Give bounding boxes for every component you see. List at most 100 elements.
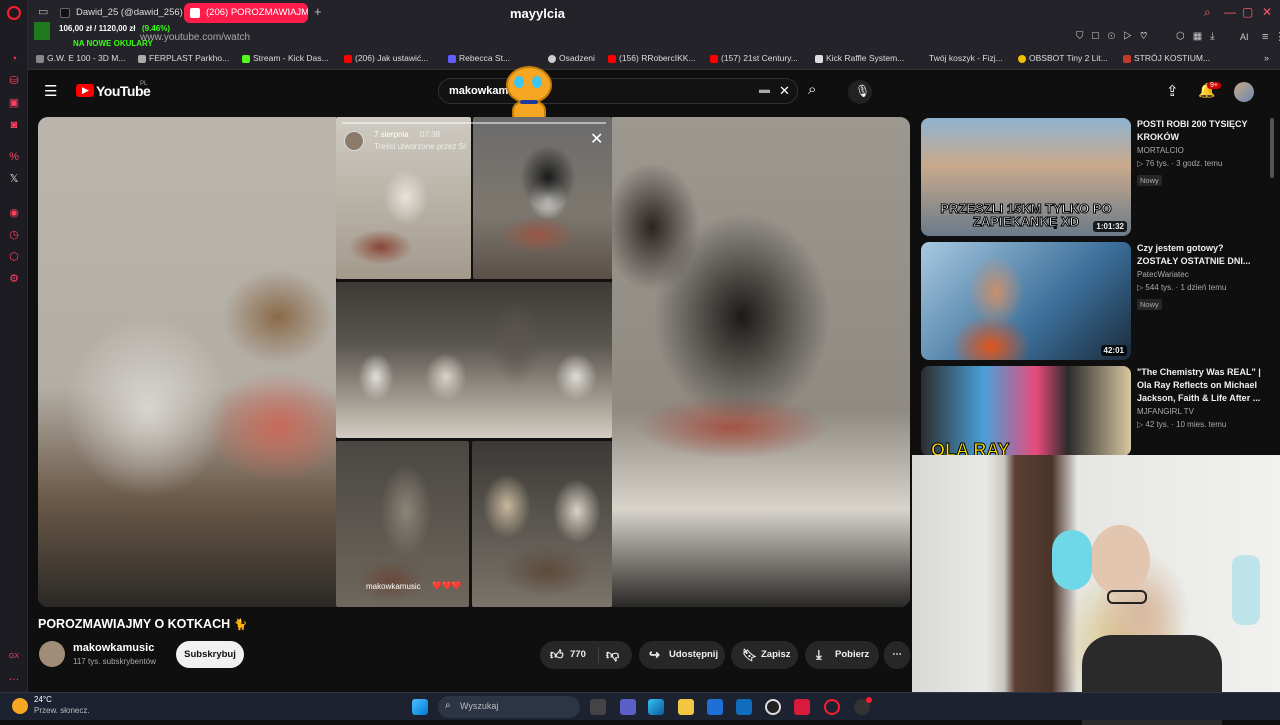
new-tab-button[interactable]: +	[314, 4, 322, 19]
story-user: makowkamusic	[366, 582, 421, 591]
search-tabs-icon[interactable]: ⌕	[1204, 5, 1211, 20]
settings-icon[interactable]: ⚙	[7, 272, 21, 286]
more-actions-button[interactable]: ⋯	[884, 641, 910, 669]
recommendation-thumbnail[interactable]: 42:01	[921, 242, 1131, 360]
recommendation-stats: ▷ 42 tys. · 10 mies. temu	[1137, 420, 1227, 429]
recommendation-thumbnail[interactable]: OLA RAY	[921, 366, 1131, 456]
bookmarks-more-icon[interactable]: »	[1264, 53, 1269, 63]
headphones	[1052, 530, 1092, 590]
url-field[interactable]: www.youtube.com/watch	[140, 32, 250, 43]
player-icon[interactable]: ◉	[7, 206, 21, 220]
recommendation-channel: PatecWariatec	[1137, 270, 1189, 279]
github-icon[interactable]	[765, 699, 781, 715]
recommendation-info[interactable]: Czy jestem gotowy? ZOSTAŁY OSTATNIE DNI.…	[1137, 242, 1262, 312]
search-button[interactable]: ⌕	[800, 78, 834, 104]
recommendation-channel: MORTALCIO	[1137, 146, 1184, 155]
store-icon[interactable]	[707, 699, 723, 715]
overlay-price: 106,00 zł / 1120,00 zł	[59, 24, 136, 33]
tab-youtube[interactable]: (206) POROZMAWIAJMY O	[184, 3, 308, 23]
avatar[interactable]	[1234, 82, 1254, 102]
video-blur-right	[612, 117, 910, 607]
search-input[interactable]: makowkamusic ▬ ✕	[438, 78, 798, 104]
mail-icon[interactable]	[736, 699, 752, 715]
toolbar-icons[interactable]: ⛉▢⊙▷♡	[1076, 31, 1155, 42]
share-label: Udostępnij	[669, 649, 719, 660]
opera-icon[interactable]	[824, 699, 840, 715]
extension-icons[interactable]: ⬡▦⤓	[1176, 31, 1223, 42]
history-icon[interactable]: ◷	[7, 228, 21, 242]
bookmark[interactable]: Stream - Kick Das...	[242, 53, 329, 63]
recommendation-stats: ▷ 544 tys. · 1 dzień temu	[1137, 283, 1227, 292]
tab-kick[interactable]: Dawid_25 (@dawid_256)	[54, 3, 196, 23]
bookmark[interactable]: Kick Raffle System...	[815, 53, 904, 63]
gx-icon[interactable]: GX	[7, 650, 21, 664]
bookmark[interactable]: (206) Jak ustawić...	[344, 53, 428, 63]
share-icon: ↪	[649, 647, 660, 662]
start-icon[interactable]	[412, 699, 428, 715]
tiktok-icon	[60, 8, 70, 18]
channel-name[interactable]: makowkamusic	[73, 642, 154, 654]
menu-icons[interactable]: ≡⋮	[1262, 30, 1280, 43]
x-twitter-icon[interactable]: 𝕏	[7, 172, 21, 186]
aria-icon[interactable]: ◔	[7, 52, 21, 66]
youtube-favicon-icon	[190, 8, 200, 18]
more-icon[interactable]: …	[7, 670, 21, 684]
taskbar-search[interactable]: ⌕ Wyszukaj	[438, 696, 580, 718]
voice-search-button[interactable]: 🎙	[848, 80, 872, 104]
hamburger-menu-icon[interactable]: ☰	[44, 82, 57, 100]
minimize-icon[interactable]: —	[1224, 5, 1236, 19]
discount-icon[interactable]: %	[7, 150, 21, 164]
video-player[interactable]: 7 sierpnia 07:38 Treści utworzone przez …	[38, 117, 910, 607]
share-button[interactable]: ↪ Udostępnij	[639, 641, 725, 669]
crypto-wallet-icon[interactable]: ⛁	[7, 74, 21, 88]
opera-logo-icon[interactable]	[7, 6, 21, 20]
edge-icon[interactable]	[648, 699, 664, 715]
recommendation-info[interactable]: "The Chemistry Was REAL" | Ola Ray Refle…	[1137, 366, 1262, 431]
bookmark[interactable]: (156) RRobercIKK...	[608, 53, 696, 63]
bookmark[interactable]: FERPLAST Parkho...	[138, 53, 229, 63]
notification-dot	[866, 697, 872, 703]
tab-label: Dawid_25 (@dawid_256)	[76, 7, 183, 18]
bookmark[interactable]: G.W. E 100 - 3D M...	[36, 53, 125, 63]
opera-gx-icon[interactable]	[794, 699, 810, 715]
bookmark[interactable]: STRÓJ KOSTIUM...	[1123, 53, 1210, 63]
video-title: POROZMAWIAJMY O KOTKACH 🐈	[38, 617, 248, 631]
bookmark[interactable]: OBSBOT Tiny 2 Lit...	[1018, 53, 1108, 63]
close-story-icon[interactable]: ✕	[590, 129, 603, 149]
channel-avatar[interactable]	[39, 641, 65, 667]
file-explorer-icon[interactable]	[678, 699, 694, 715]
close-window-icon[interactable]: ✕	[1262, 5, 1272, 19]
youtube-logo-icon[interactable]: ▶	[76, 84, 94, 97]
maximize-icon[interactable]: ▢	[1242, 5, 1253, 19]
weather-icon[interactable]	[12, 698, 28, 714]
teams-icon[interactable]	[620, 699, 636, 715]
weather-text[interactable]: Przew. słonecz.	[34, 706, 90, 715]
like-icon[interactable]: 👍︎	[550, 641, 564, 669]
extensions-icon[interactable]: ⬡	[7, 250, 21, 264]
story-collage: 7 sierpnia 07:38 Treści utworzone przez …	[336, 117, 612, 607]
task-view-icon[interactable]	[590, 699, 606, 715]
tab-list-icon[interactable]: ▭	[38, 5, 48, 18]
story-date: 7 sierpnia	[374, 130, 409, 139]
messenger-icon[interactable]: ▣	[7, 96, 21, 110]
bookmark[interactable]: Twój koszyk - Fizj...	[918, 53, 1003, 63]
recommendation-thumbnail[interactable]: PRZESZLI 15KM TYLKO PO ZAPIEKANKĘ XD 1:0…	[921, 118, 1131, 236]
bookmark[interactable]: (157) 21st Century...	[710, 53, 798, 63]
keyboard-icon[interactable]: ▬	[759, 84, 770, 96]
download-button[interactable]: ⤓ Pobierz	[805, 641, 879, 669]
recommendation-info[interactable]: POSTI ROBI 200 TYSIĘCY KROKÓW MORTALCIO …	[1137, 118, 1262, 188]
microphone	[1232, 555, 1260, 625]
ai-button[interactable]: AI	[1240, 32, 1249, 42]
glasses	[1107, 590, 1147, 604]
create-icon[interactable]: ⇪	[1166, 82, 1179, 100]
like-count[interactable]: 770	[570, 641, 586, 669]
like-dislike-group: 👍︎ 770 👎︎	[540, 641, 632, 669]
scrollbar[interactable]	[1270, 118, 1274, 178]
temperature[interactable]: 24°C	[34, 695, 52, 704]
save-button[interactable]: 🔖︎ Zapisz	[731, 641, 798, 669]
dislike-icon[interactable]: 👎︎	[606, 641, 619, 669]
opera-sidebar: ◔ ⛁ ▣ ◙ % 𝕏 ◉ ◷ ⬡ ⚙ GX …	[0, 0, 28, 692]
subscribe-button[interactable]: Subskrybuj	[176, 641, 244, 668]
clear-search-icon[interactable]: ✕	[779, 83, 790, 99]
instagram-icon[interactable]: ◙	[7, 118, 21, 132]
